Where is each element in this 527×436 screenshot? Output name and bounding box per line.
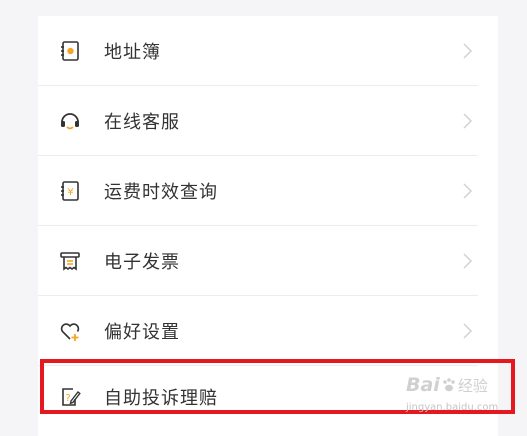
menu-item-label: 偏好设置 <box>104 322 180 343</box>
chevron-right-icon <box>463 323 473 339</box>
watermark: Bai 经验 <box>406 374 488 397</box>
menu-item-label: 在线客服 <box>104 112 180 133</box>
chevron-right-icon <box>463 253 473 269</box>
watermark-suffix: 经验 <box>457 377 488 395</box>
menu-item-shipping-query[interactable]: ¥ 运费时效查询 <box>38 156 478 226</box>
invoice-icon <box>58 249 82 273</box>
menu-item-label: 电子发票 <box>104 252 180 273</box>
menu-item-online-service[interactable]: 在线客服 <box>38 86 478 156</box>
watermark-logo: Bai <box>406 374 440 396</box>
svg-text:¥: ¥ <box>67 187 73 198</box>
chevron-right-icon <box>463 113 473 129</box>
watermark-url: jingyan.baidu.com <box>406 402 499 413</box>
headset-icon <box>58 109 82 133</box>
chevron-right-icon <box>463 183 473 199</box>
menu-item-e-invoice[interactable]: 电子发票 <box>38 226 478 296</box>
menu-item-preferences[interactable]: 偏好设置 <box>38 296 478 366</box>
chevron-right-icon <box>463 43 473 59</box>
menu-item-label: 运费时效查询 <box>104 182 218 203</box>
address-book-icon <box>58 39 82 63</box>
menu-item-address-book[interactable]: 地址簿 <box>38 16 478 86</box>
paw-icon <box>441 377 457 397</box>
shipping-fee-icon: ¥ <box>58 179 82 203</box>
heart-settings-icon <box>58 319 82 343</box>
menu-item-label: 地址簿 <box>104 42 161 63</box>
